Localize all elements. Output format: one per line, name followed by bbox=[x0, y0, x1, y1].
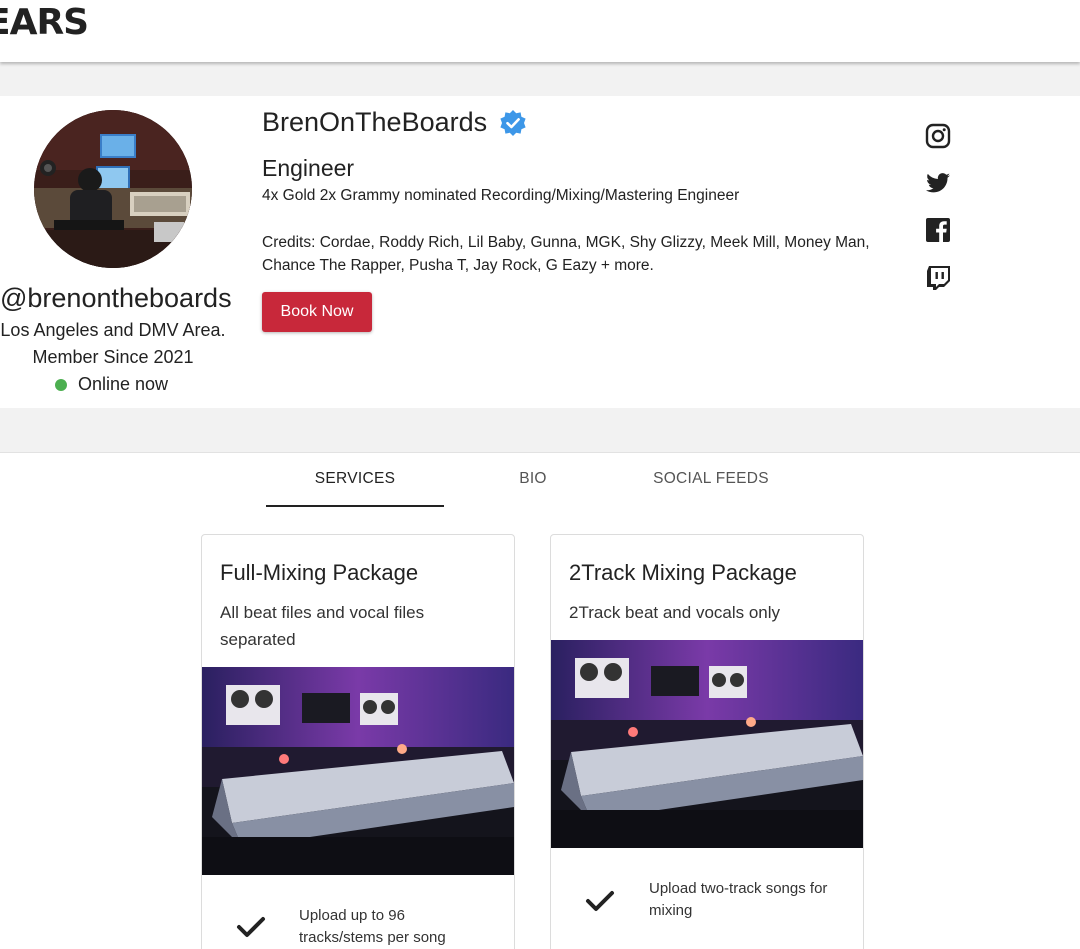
instagram-icon[interactable] bbox=[924, 122, 952, 150]
service-title: Full-Mixing Package bbox=[220, 560, 419, 585]
service-card[interactable]: 2Track Mixing Package 2Track beat and vo… bbox=[550, 534, 864, 949]
top-nav-bar: EARS bbox=[0, 0, 1080, 62]
active-tab-indicator bbox=[266, 505, 444, 507]
tab-bio[interactable]: BIO bbox=[493, 470, 573, 488]
online-status-label: Online now bbox=[78, 374, 169, 394]
tab-services[interactable]: SERVICES bbox=[266, 470, 444, 488]
service-description: 2Track beat and vocals only bbox=[569, 603, 781, 622]
service-image bbox=[551, 640, 863, 848]
book-now-button[interactable]: Book Now bbox=[262, 292, 372, 332]
twitch-icon[interactable] bbox=[924, 263, 952, 291]
verified-badge-icon bbox=[500, 110, 526, 136]
online-status: Online now bbox=[55, 374, 168, 395]
member-since: Member Since 2021 bbox=[32, 347, 194, 367]
online-status-dot bbox=[55, 378, 67, 391]
profile-handle: @brenontheboards bbox=[0, 283, 232, 313]
studio-photo bbox=[34, 110, 192, 268]
page-background-band bbox=[0, 408, 1080, 453]
studio-console-image bbox=[551, 640, 863, 848]
service-feature: Upload up to 96 tracks/stems per song bbox=[299, 907, 446, 946]
service-card[interactable]: Full-Mixing Package All beat files and v… bbox=[201, 534, 515, 949]
avatar[interactable] bbox=[34, 110, 192, 268]
profile-tagline: 4x Gold 2x Grammy nominated Recording/Mi… bbox=[262, 187, 740, 204]
page-background-band bbox=[0, 62, 1080, 96]
checkmark-icon bbox=[237, 917, 265, 937]
site-logo[interactable]: EARS bbox=[0, 2, 89, 43]
studio-console-image bbox=[202, 667, 514, 875]
profile-name: BrenOnTheBoards bbox=[262, 107, 488, 137]
service-image bbox=[202, 667, 514, 875]
profile-role: Engineer bbox=[262, 155, 355, 181]
service-title: 2Track Mixing Package bbox=[569, 560, 797, 585]
facebook-icon[interactable] bbox=[924, 216, 952, 244]
service-feature: Upload two-track songs for mixing bbox=[649, 880, 828, 919]
twitter-icon[interactable] bbox=[924, 169, 952, 197]
tab-social-feeds[interactable]: SOCIAL FEEDS bbox=[640, 470, 782, 488]
profile-credits: Credits: Cordae, Roddy Rich, Lil Baby, G… bbox=[262, 234, 870, 274]
checkmark-icon bbox=[586, 891, 614, 911]
service-description: All beat files and vocal files separated bbox=[220, 603, 425, 649]
profile-location: Los Angeles and DMV Area. bbox=[0, 320, 226, 340]
